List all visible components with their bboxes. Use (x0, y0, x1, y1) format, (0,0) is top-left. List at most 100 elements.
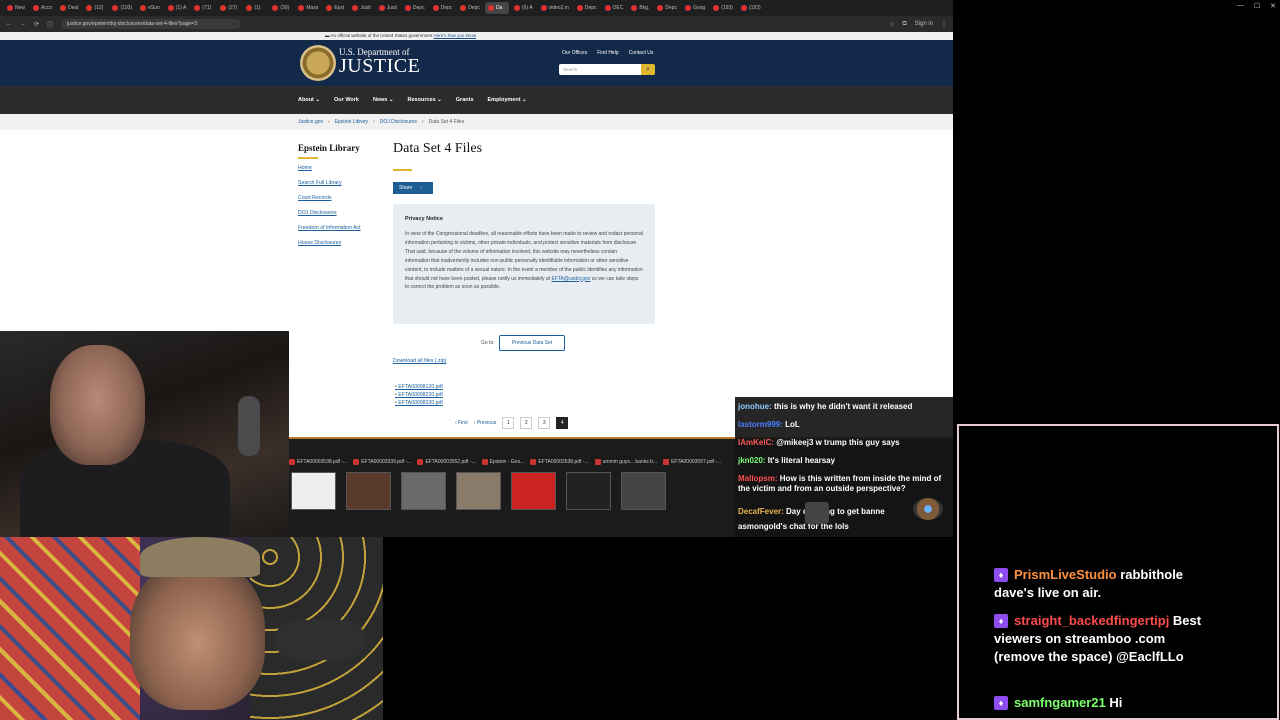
browser-tab[interactable]: (27) (217, 2, 241, 14)
browser-tab[interactable]: (1) (243, 2, 267, 14)
sidebar-item-foia[interactable]: Freedom of Information Act (298, 225, 383, 231)
nav-our-work[interactable]: Our Work (334, 97, 359, 103)
our-offices-link[interactable]: Our Offices (562, 50, 587, 56)
site-info-icon[interactable]: ⓘ (47, 20, 53, 29)
taskbar-tab[interactable]: Epstein - Goo... (481, 459, 524, 465)
browser-tab[interactable]: Bkg. (628, 2, 652, 14)
doj-seal-logo[interactable] (300, 45, 336, 81)
privacy-email-link[interactable]: EFTA@usdoj.gov (551, 276, 590, 282)
contact-us-link[interactable]: Contact Us (629, 50, 654, 56)
taskbar-tab[interactable]: EFTA00003538.pdf -... (530, 459, 589, 465)
chat-username[interactable]: DecafFever: (738, 507, 786, 516)
nav-grants[interactable]: Grants (456, 97, 474, 103)
chat-username[interactable]: Mallopsm: (738, 474, 780, 483)
browser-tab[interactable]: Depc (402, 2, 428, 14)
thumbnail[interactable] (456, 472, 501, 510)
find-help-link[interactable]: Find Help (597, 50, 618, 56)
pager-page[interactable]: 3 (538, 417, 551, 429)
browser-tab[interactable]: Justi (349, 2, 373, 14)
chat-username[interactable]: straight_backedfingertipj (1014, 613, 1173, 628)
breadcrumb-doj-disclosures[interactable]: DOJ Disclosures (380, 119, 417, 125)
chat-username[interactable]: samfngamer21 (1014, 695, 1109, 710)
taskbar-tab[interactable]: ummm guys... banks b... (594, 459, 657, 465)
nav-resources[interactable]: Resources ⌄ (408, 97, 442, 103)
browser-tab[interactable]: Justi (376, 2, 400, 14)
gov-banner-link[interactable]: Here's how you know (434, 33, 477, 38)
maximize-icon[interactable]: ☐ (1254, 2, 1260, 10)
browser-tab[interactable]: OEC (602, 2, 627, 14)
sidebar-item-house-disclosures[interactable]: House Disclosures (298, 240, 383, 246)
browser-tab[interactable]: (1) A (165, 2, 190, 14)
chat-username[interactable]: jkn020: (738, 456, 768, 465)
browser-tab[interactable]: Depc (654, 2, 680, 14)
reload-icon[interactable]: ⟳ (34, 21, 39, 28)
browser-tab[interactable]: Da (484, 2, 509, 14)
taskbar-tab[interactable]: EFTA00003538.pdf -... (289, 459, 347, 465)
search-button[interactable]: ⌕ (641, 64, 655, 75)
file-link[interactable]: EFTA00008320.pdf (395, 400, 443, 406)
file-link[interactable]: EFTA00008120.pdf (395, 384, 443, 390)
breadcrumb-justice[interactable]: Justice.gov (298, 119, 323, 125)
sidebar-item-doj-disclosures[interactable]: DOJ Disclosures (298, 210, 383, 216)
browser-tab[interactable]: (6) A (511, 2, 536, 14)
minimize-icon[interactable]: — (1237, 2, 1244, 10)
browser-tab[interactable]: Goog (682, 2, 708, 14)
menu-icon[interactable]: ⋮ (941, 21, 947, 28)
browser-tab[interactable]: Deal (57, 2, 81, 14)
browser-tab[interactable]: Depc (574, 2, 600, 14)
file-link[interactable]: EFTA00008220.pdf (395, 392, 443, 398)
close-icon[interactable]: ✕ (1270, 2, 1276, 10)
sidebar-item-home[interactable]: Home (298, 165, 383, 171)
extensions-icon[interactable]: ⧉ (902, 21, 906, 28)
browser-tab[interactable]: Acco (30, 2, 55, 14)
thumbnail[interactable] (511, 472, 556, 510)
browser-tab[interactable]: New (4, 2, 28, 14)
pager-previous[interactable]: ‹ Previous (474, 420, 497, 426)
download-all-link[interactable]: Download all files (.zip) (393, 358, 446, 364)
nav-employment[interactable]: Employment ⌄ (488, 97, 527, 103)
taskbar-tab[interactable]: EFTA00003552.pdf -... (417, 459, 476, 465)
browser-tab[interactable]: Depc (430, 2, 456, 14)
url-field[interactable]: justice.gov/epstein/doj-disclosures/data… (61, 19, 242, 29)
dept-name[interactable]: JUSTICE (339, 55, 420, 78)
sidebar-item-court-records[interactable]: Court Records (298, 195, 383, 201)
sign-in-button[interactable]: Sign in (915, 21, 933, 27)
browser-tab[interactable]: Depc (457, 2, 483, 14)
browser-tab[interactable]: Mass (295, 2, 321, 14)
pager-page[interactable]: 2 (520, 417, 533, 429)
chat-username[interactable]: jonohue: (738, 402, 774, 411)
breadcrumb-epstein-library[interactable]: Epstein Library (335, 119, 368, 125)
thumbnail[interactable] (291, 472, 336, 510)
nav-about[interactable]: About ⌄ (298, 97, 320, 103)
chat-message: jonohue: this is why he didn't want it r… (738, 402, 948, 412)
previous-data-set-button[interactable]: Previous Data Set (499, 335, 565, 351)
search-input[interactable]: Search (559, 64, 642, 75)
sidebar-item-search-full-library[interactable]: Search Full Library (298, 180, 383, 186)
browser-tab[interactable]: (71) (191, 2, 215, 14)
share-button[interactable]: Share › (393, 182, 433, 194)
pager-page[interactable]: 1 (502, 417, 515, 429)
pager-page-current[interactable]: 4 (556, 417, 569, 429)
browser-tab[interactable]: video2.m (538, 2, 572, 14)
back-icon[interactable]: ← (6, 21, 12, 27)
chat-username[interactable]: lastorm999: (738, 420, 785, 429)
browser-tab[interactable]: (30) (269, 2, 293, 14)
browser-tab[interactable]: (193) (710, 2, 736, 14)
bookmark-icon[interactable]: ☆ (889, 21, 894, 28)
thumbnail[interactable] (621, 472, 666, 510)
thumbnail[interactable] (401, 472, 446, 510)
chat-username[interactable]: IAmKelC: (738, 438, 776, 447)
browser-tab[interactable]: Epst (323, 2, 347, 14)
browser-tab[interactable]: (193) (109, 2, 135, 14)
taskbar-tab[interactable]: EFTA00003339.pdf -... (353, 459, 411, 465)
forward-icon[interactable]: → (20, 21, 26, 27)
thumbnail[interactable] (346, 472, 391, 510)
nav-news[interactable]: News ⌄ (373, 97, 394, 103)
browser-tab[interactable]: (12) (83, 2, 107, 14)
browser-tab[interactable]: eSun (137, 2, 163, 14)
chat-username[interactable]: PrismLiveStudio (1014, 567, 1120, 582)
browser-tab[interactable]: (193) (738, 2, 764, 14)
thumbnail[interactable] (566, 472, 611, 510)
taskbar-tab[interactable]: EFTA00003597.pdf -... (663, 459, 721, 465)
pager-first[interactable]: ‹ First (455, 420, 468, 426)
